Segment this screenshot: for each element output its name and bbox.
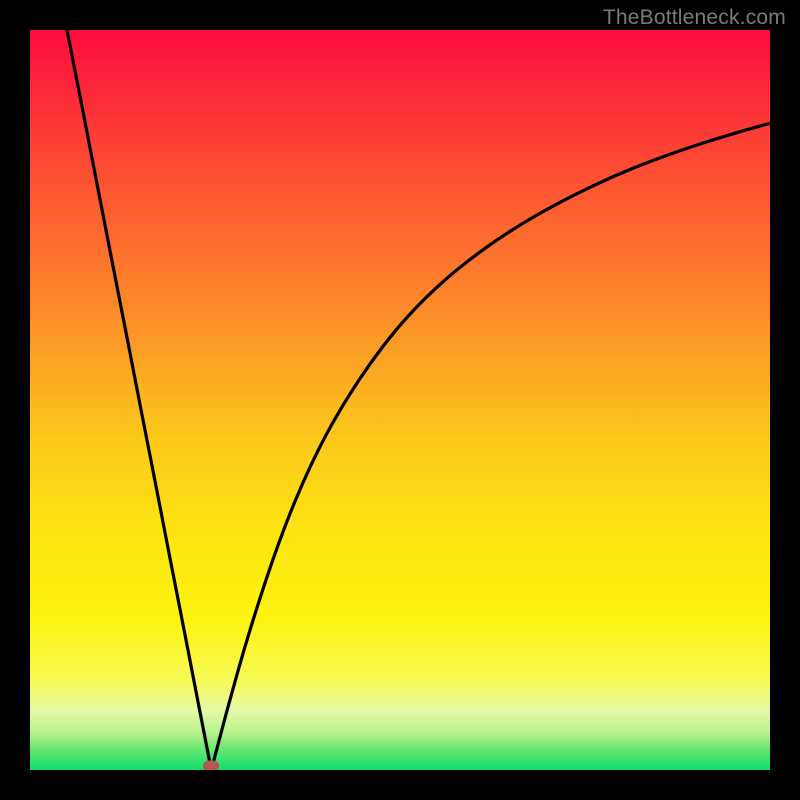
chart-frame: TheBottleneck.com: [0, 0, 800, 800]
plot-area: [30, 30, 770, 770]
watermark-text: TheBottleneck.com: [603, 6, 786, 30]
optimum-marker: [203, 760, 219, 770]
bottleneck-curve: [30, 30, 770, 770]
